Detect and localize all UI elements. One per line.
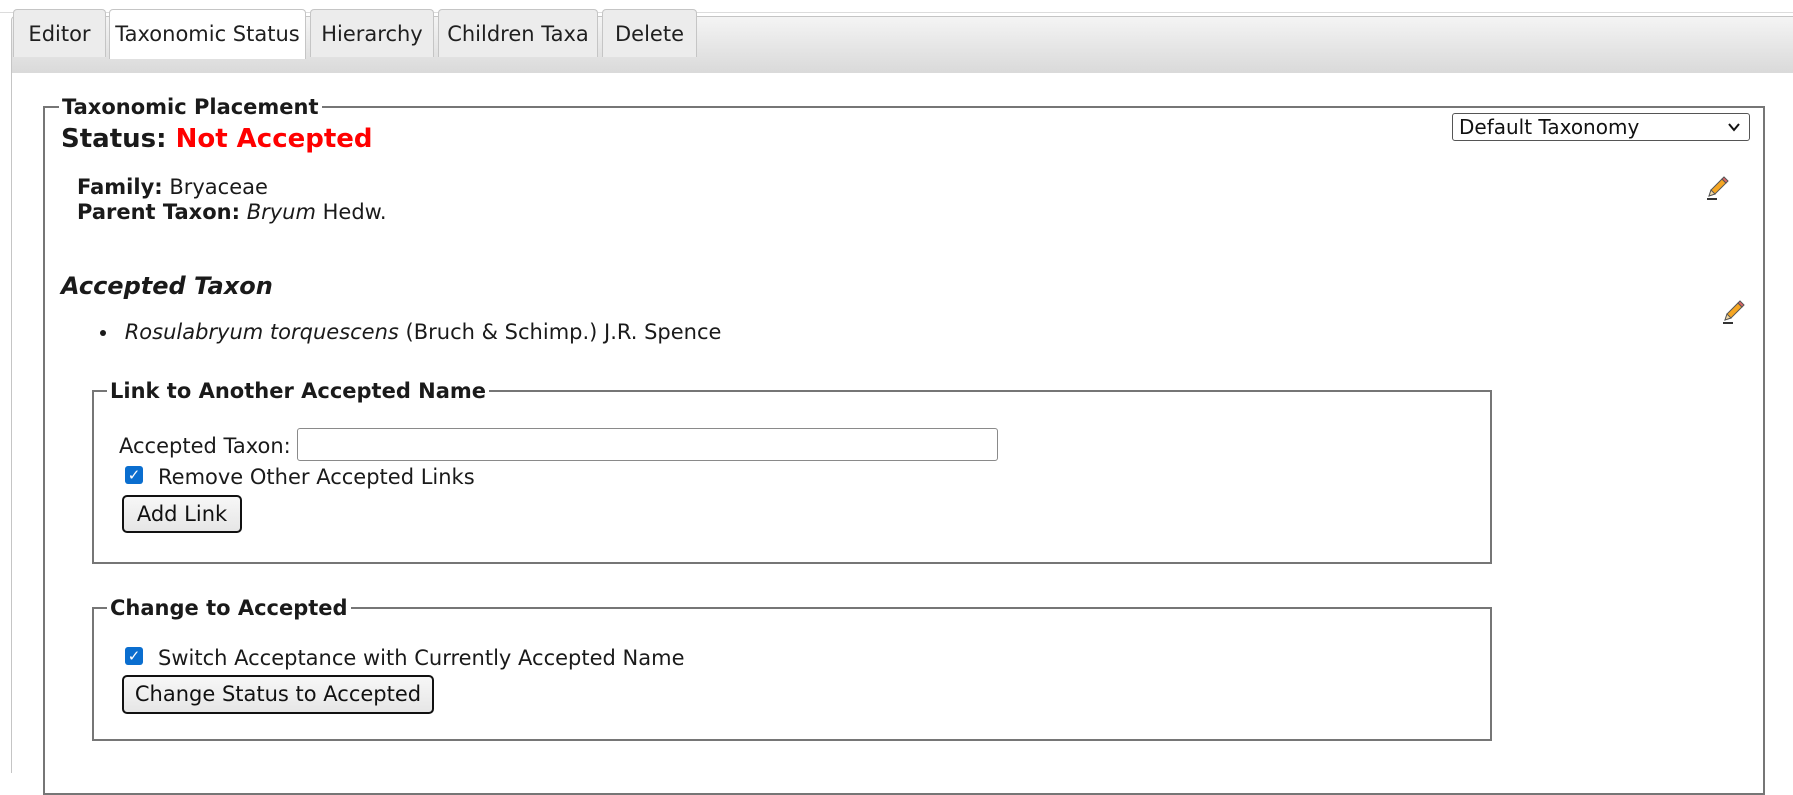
taxonomic-placement-legend: Taxonomic Placement — [62, 95, 319, 119]
accepted-taxon-list-item: Rosulabryum torquescens (Bruch & Schimp.… — [100, 320, 721, 344]
family-label: Family: — [77, 175, 163, 199]
link-accepted-legend: Link to Another Accepted Name — [110, 379, 487, 403]
switch-acceptance-checkbox[interactable]: ✓ — [125, 647, 143, 665]
change-to-accepted-legend: Change to Accepted — [110, 596, 348, 620]
tab-taxonomic-status[interactable]: Taxonomic Status — [109, 9, 306, 59]
taxonomy-select-value: Default Taxonomy — [1459, 115, 1640, 139]
family-value: Bryaceae — [169, 175, 268, 199]
add-link-button[interactable]: Add Link — [122, 495, 242, 533]
accepted-taxon-field-label: Accepted Taxon: — [119, 434, 291, 458]
remove-other-links-checkbox[interactable]: ✓ — [125, 466, 143, 484]
accepted-taxon-input[interactable] — [297, 428, 998, 461]
parent-genus: Bryum — [246, 200, 316, 224]
family-row: Family: Bryaceae — [77, 175, 268, 199]
status-label: Status: — [61, 124, 167, 154]
accepted-taxon-author: (Bruch & Schimp.) J.R. Spence — [405, 320, 722, 344]
accepted-taxon-name[interactable]: Rosulabryum torquescens — [125, 320, 399, 344]
remove-other-links-label: Remove Other Accepted Links — [158, 465, 475, 489]
bullet-icon — [100, 330, 106, 336]
parent-author: Hedw. — [322, 200, 387, 224]
change-status-button[interactable]: Change Status to Accepted — [122, 675, 434, 714]
parent-taxon-label: Parent Taxon: — [77, 200, 241, 224]
status-line: Status: Not Accepted — [61, 124, 373, 154]
switch-acceptance-label: Switch Acceptance with Currently Accepte… — [158, 646, 685, 670]
tab-children-taxa[interactable]: Children Taxa — [438, 9, 598, 57]
chevron-down-icon — [1727, 114, 1741, 148]
status-value: Not Accepted — [175, 124, 373, 154]
tab-editor[interactable]: Editor — [13, 9, 106, 57]
accepted-taxon-heading: Accepted Taxon — [61, 272, 273, 300]
edit-accepted-pencil-icon[interactable] — [1719, 298, 1747, 326]
taxonomy-select[interactable]: Default Taxonomy — [1452, 113, 1750, 141]
tab-hierarchy[interactable]: Hierarchy — [310, 9, 434, 57]
parent-taxon-row: Parent Taxon: Bryum Hedw. — [77, 200, 387, 224]
edit-placement-pencil-icon[interactable] — [1703, 174, 1731, 202]
tab-delete[interactable]: Delete — [602, 9, 697, 57]
